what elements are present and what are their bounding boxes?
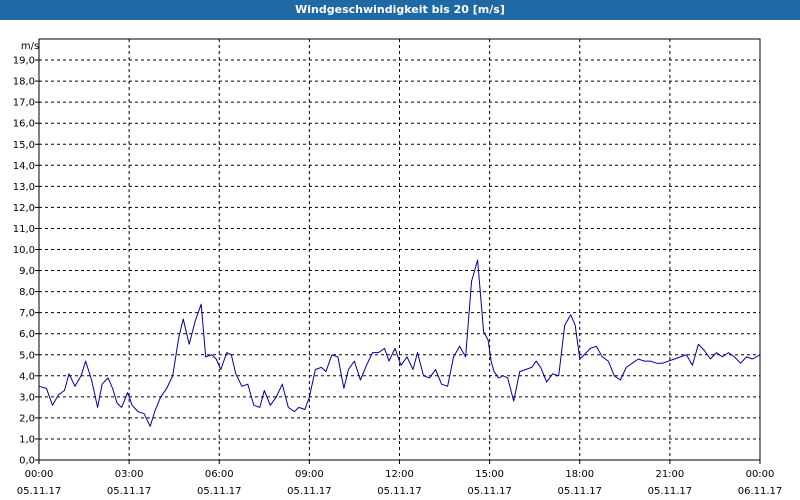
x-tick-time-label: 15:00: [475, 469, 504, 480]
y-tick-label: 15,0: [13, 140, 35, 151]
x-tick-time-label: 03:00: [115, 469, 144, 480]
x-tick-time-label: 12:00: [385, 469, 414, 480]
x-tick-date-label: 05.11.17: [107, 486, 152, 497]
wind-speed-chart: 0,0 1,0 2,0 3,0 4,0 5,0 6,0 7,0 8,0 9,0 10,0 11,0 12…: [13, 38, 783, 497]
grid-lines: [39, 39, 760, 460]
x-tick-date-label: 05.11.17: [287, 486, 332, 497]
y-tick-label: 12,0: [13, 203, 35, 214]
y-tick-label: 14,0: [13, 161, 35, 172]
y-tick-label: 8,0: [19, 287, 35, 298]
y-tick-label: 19,0: [13, 56, 35, 67]
x-tick-time-label: 00:00: [746, 469, 775, 480]
y-tick-label: 18,0: [13, 77, 35, 88]
y-tick-label: 5,0: [19, 350, 35, 361]
y-tick-label: 0,0: [19, 456, 35, 467]
y-tick-label: 13,0: [13, 182, 35, 193]
x-tick-time-label: 09:00: [295, 469, 324, 480]
y-tick-label: 3,0: [19, 392, 35, 403]
y-tick-label: 9,0: [19, 266, 35, 277]
x-tick-date-label: 05.11.17: [377, 486, 422, 497]
y-tick-label: 4,0: [19, 371, 35, 382]
window-title: Windgeschwindigkeit bis 20 [m/s]: [0, 0, 800, 20]
x-tick-time-label: 21:00: [655, 469, 684, 480]
x-tick-time-label: 18:00: [565, 469, 594, 480]
x-tick-date-label: 05.11.17: [467, 486, 512, 497]
x-tick-date-label: 05.11.17: [197, 486, 242, 497]
x-tick-date-label: 05.11.17: [648, 486, 693, 497]
y-tick-label: 1,0: [19, 434, 35, 445]
x-tick-date-label: 06.11.17: [738, 486, 783, 497]
y-axis-unit-label: m/s: [21, 41, 39, 52]
y-tick-label: 2,0: [19, 413, 35, 424]
y-tick-label: 16,0: [13, 119, 35, 130]
x-axis-ticks: 00:00 05.11.17 03:00 05.11.17 06:00 05.11.17 0…: [17, 460, 783, 497]
y-axis-ticks: 0,0 1,0 2,0 3,0 4,0 5,0 6,0 7,0 8,0 9,0 10,0 11,0 12…: [13, 56, 39, 467]
y-tick-label: 6,0: [19, 329, 35, 340]
y-tick-label: 17,0: [13, 98, 35, 109]
x-tick-date-label: 05.11.17: [17, 486, 62, 497]
y-tick-label: 10,0: [13, 245, 35, 256]
y-tick-label: 11,0: [13, 224, 35, 235]
y-tick-label: 7,0: [19, 308, 35, 319]
x-tick-time-label: 06:00: [205, 469, 234, 480]
x-tick-date-label: 05.11.17: [557, 486, 602, 497]
x-tick-time-label: 00:00: [25, 469, 54, 480]
